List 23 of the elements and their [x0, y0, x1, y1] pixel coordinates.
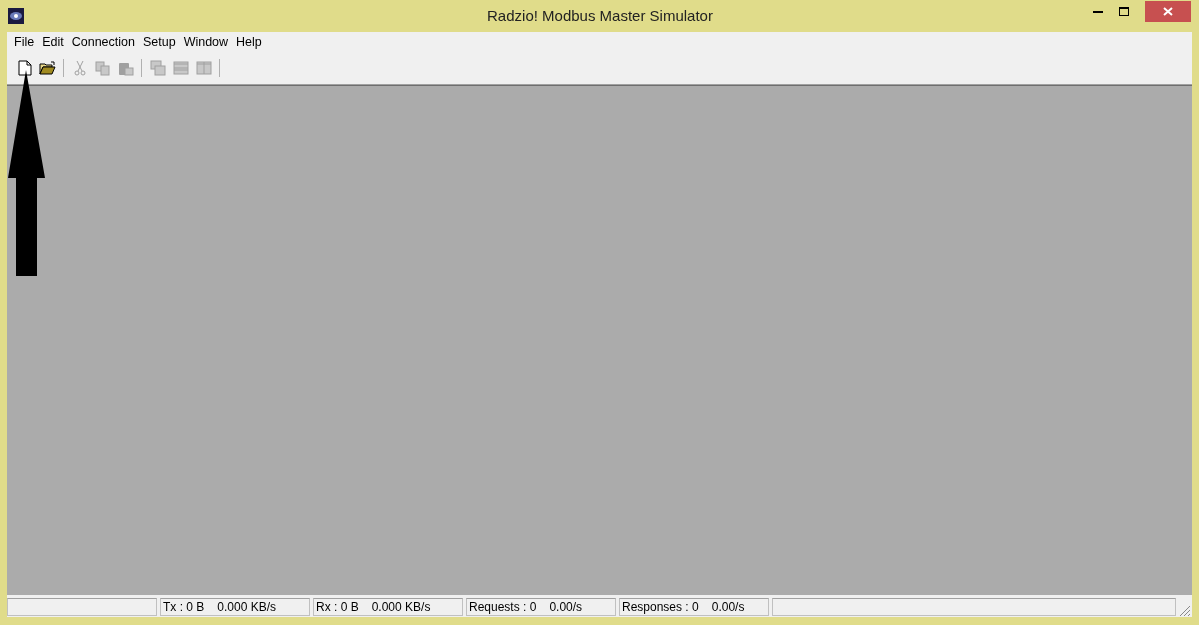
menu-item[interactable]: Help — [232, 32, 266, 52]
window-title: Radzio! Modbus Master Simulator — [486, 5, 714, 26]
status-text: Tx : 0 B — [163, 599, 205, 616]
status-text: Responses : 0 — [622, 599, 699, 616]
resize-grip-icon — [1179, 605, 1191, 617]
status-text: Requests : 0 — [469, 599, 537, 616]
close-icon — [1163, 6, 1173, 16]
menu-item[interactable]: Window — [179, 32, 233, 52]
status-text: Rx : 0 B — [316, 599, 359, 616]
status-text: 0.00/s — [549, 599, 583, 616]
menu-item[interactable]: Connection — [67, 32, 139, 52]
maximize-icon — [1119, 6, 1129, 16]
menu-item[interactable]: Edit — [38, 32, 68, 52]
menu-item[interactable]: Setup — [138, 32, 180, 52]
new-document-icon[interactable] — [17, 60, 32, 76]
status-text: 0.000 KB/s — [217, 599, 277, 616]
app-icon — [8, 8, 24, 24]
menu-item[interactable]: File — [10, 32, 39, 52]
folder-icon[interactable] — [39, 61, 56, 75]
close-button[interactable] — [1145, 0, 1191, 22]
minimize-icon — [1093, 9, 1103, 13]
status-text: 0.000 KB/s — [371, 599, 431, 616]
status-text: 0.00/s — [711, 599, 745, 616]
